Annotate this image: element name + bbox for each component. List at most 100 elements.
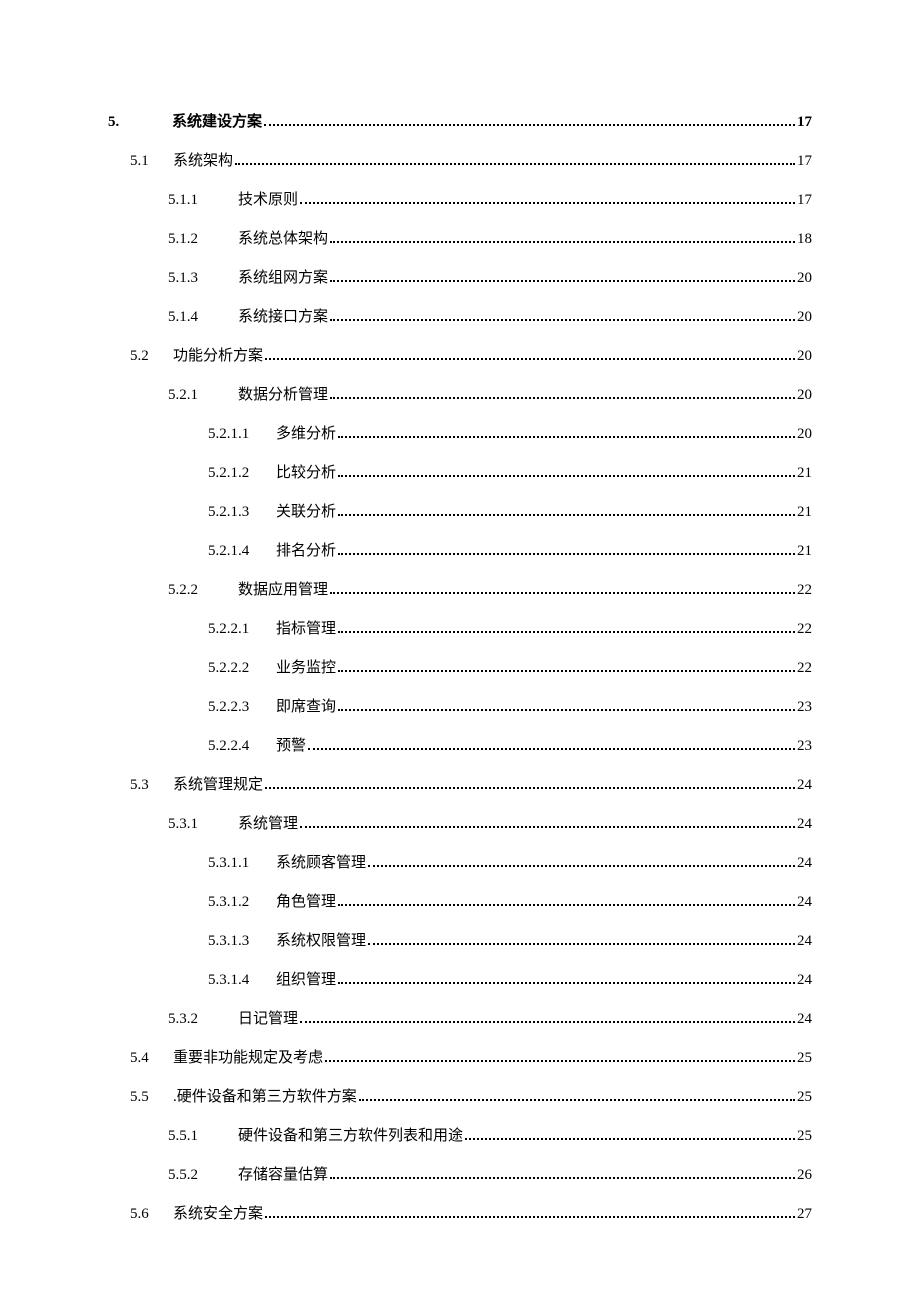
toc-entry: 5.1系统架构17 (108, 149, 812, 170)
toc-title: 关联分析 (276, 500, 336, 521)
toc-title: 数据应用管理 (238, 578, 328, 599)
toc-page-number: 17 (797, 114, 812, 131)
toc-page-number: 22 (797, 621, 812, 638)
toc-leader-dots (338, 904, 795, 906)
toc-entry: 5.2.1.2比较分析21 (108, 461, 812, 482)
toc-number: 5.1.4 (168, 309, 222, 326)
toc-title: 即席查询 (276, 695, 336, 716)
toc-leader-dots (308, 748, 795, 750)
toc-number: 5. (108, 114, 150, 131)
toc-number: 5.2 (130, 348, 165, 365)
toc-leader-dots (235, 163, 795, 165)
toc-entry: 5.1.1技术原则17 (108, 188, 812, 209)
toc-page-number: 24 (797, 972, 812, 989)
toc-title: 排名分析 (276, 539, 336, 560)
toc-page-number: 24 (797, 855, 812, 872)
toc-entry: 5.5.1硬件设备和第三方软件列表和用途25 (108, 1124, 812, 1145)
toc-entry: 5.3.1.3系统权限管理24 (108, 929, 812, 950)
toc-leader-dots (338, 553, 795, 555)
toc-page-number: 24 (797, 894, 812, 911)
toc-entry: 5.2.2.4预警23 (108, 734, 812, 755)
toc-entry: 5.3系统管理规定24 (108, 773, 812, 794)
toc-title: 比较分析 (276, 461, 336, 482)
toc-number: 5.3.1.1 (208, 855, 266, 872)
toc-number: 5.4 (130, 1050, 165, 1067)
toc-number: 5.3 (130, 777, 165, 794)
toc-entry: 5.1.2系统总体架构18 (108, 227, 812, 248)
toc-entry: 5.6系统安全方案27 (108, 1202, 812, 1223)
toc-number: 5.2.1.4 (208, 543, 266, 560)
toc-leader-dots (265, 1216, 795, 1218)
toc-title: 功能分析方案 (173, 344, 263, 365)
toc-page-number: 20 (797, 348, 812, 365)
toc-title: 系统管理规定 (173, 773, 263, 794)
toc-leader-dots (265, 358, 795, 360)
toc-page-number: 25 (797, 1050, 812, 1067)
toc-page-number: 20 (797, 387, 812, 404)
toc-title: 多维分析 (276, 422, 336, 443)
toc-number: 5.2.2.3 (208, 699, 266, 716)
toc-entry: 5.3.1系统管理24 (108, 812, 812, 833)
toc-number: 5.5.2 (168, 1167, 222, 1184)
toc-title: 系统总体架构 (238, 227, 328, 248)
toc-page-number: 21 (797, 465, 812, 482)
toc-number: 5.3.1 (168, 816, 222, 833)
toc-title: 数据分析管理 (238, 383, 328, 404)
toc-title: 业务监控 (276, 656, 336, 677)
toc-page-number: 20 (797, 426, 812, 443)
toc-title: 技术原则 (238, 188, 298, 209)
toc-entry: 5.4重要非功能规定及考虑25 (108, 1046, 812, 1067)
toc-number: 5.2.1 (168, 387, 222, 404)
toc-page-number: 20 (797, 309, 812, 326)
toc-entry: 5.5.硬件设备和第三方软件方案25 (108, 1085, 812, 1106)
toc-entry: 5.2.2.2业务监控22 (108, 656, 812, 677)
table-of-contents: 5.系统建设方案175.1系统架构175.1.1技术原则175.1.2系统总体架… (108, 110, 812, 1223)
toc-entry: 5.3.2日记管理24 (108, 1007, 812, 1028)
toc-leader-dots (359, 1099, 795, 1101)
toc-page-number: 24 (797, 816, 812, 833)
toc-title: 预警 (276, 734, 306, 755)
toc-entry: 5.1.4 系统接口方案 20 (108, 305, 812, 326)
toc-page-number: 21 (797, 543, 812, 560)
toc-page-number: 21 (797, 504, 812, 521)
toc-leader-dots (338, 670, 795, 672)
toc-leader-dots (338, 475, 795, 477)
toc-number: 5.2.1.1 (208, 426, 266, 443)
toc-entry: 5.3.1.2角色管理24 (108, 890, 812, 911)
toc-leader-dots (338, 982, 795, 984)
toc-number: 5.2.2.1 (208, 621, 266, 638)
toc-leader-dots (330, 1177, 795, 1179)
toc-title: 系统架构 (173, 149, 233, 170)
toc-entry: 5.3.1.4组织管理24 (108, 968, 812, 989)
toc-number: 5.3.1.4 (208, 972, 266, 989)
toc-title: .硬件设备和第三方软件方案 (173, 1085, 357, 1106)
toc-number: 5.5.1 (168, 1128, 222, 1145)
toc-entry: 5.2.2数据应用管理22 (108, 578, 812, 599)
toc-leader-dots (265, 787, 795, 789)
toc-number: 5.1.1 (168, 192, 222, 209)
toc-number: 5.5 (130, 1089, 165, 1106)
toc-title: 指标管理 (276, 617, 336, 638)
toc-leader-dots (330, 592, 795, 594)
toc-title: 日记管理 (238, 1007, 298, 1028)
toc-number: 5.2.1.3 (208, 504, 266, 521)
toc-entry: 5.2 功能分析方案 20 (108, 344, 812, 365)
toc-title: 系统顾客管理 (276, 851, 366, 872)
toc-page-number: 25 (797, 1128, 812, 1145)
toc-title: 系统建设方案 (172, 110, 262, 131)
toc-entry: 5.2.2.1 指标管理 22 (108, 617, 812, 638)
toc-leader-dots (330, 280, 795, 282)
toc-title: 系统接口方案 (238, 305, 328, 326)
toc-leader-dots (368, 865, 795, 867)
toc-title: 存储容量估算 (238, 1163, 328, 1184)
toc-leader-dots (325, 1060, 795, 1062)
toc-page-number: 24 (797, 933, 812, 950)
toc-leader-dots (330, 241, 795, 243)
toc-entry: 5.1.3系统组网方案20 (108, 266, 812, 287)
toc-leader-dots (300, 202, 795, 204)
toc-page-number: 18 (797, 231, 812, 248)
toc-leader-dots (338, 709, 795, 711)
toc-number: 5.3.2 (168, 1011, 222, 1028)
toc-leader-dots (338, 514, 795, 516)
toc-page-number: 27 (797, 1206, 812, 1223)
